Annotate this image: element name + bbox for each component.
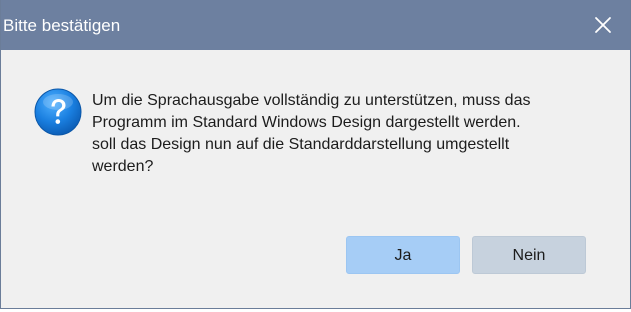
dialog-message: Um die Sprachausgabe vollständig zu unte…	[92, 90, 592, 178]
message-line: soll das Design nun auf die Standarddars…	[92, 136, 510, 153]
dialog-body: Um die Sprachausgabe vollständig zu unte…	[1, 50, 630, 308]
message-line: Um die Sprachausgabe vollständig zu unte…	[92, 92, 531, 109]
confirm-dialog: Bitte bestätigen Um die Sprachausgabe vo…	[0, 0, 631, 309]
question-icon	[34, 88, 82, 136]
dialog-title-bar[interactable]: Bitte bestätigen	[1, 0, 630, 50]
message-line: Programm im Standard Windows Design darg…	[92, 114, 521, 131]
message-line: werden?	[92, 158, 154, 175]
dialog-title: Bitte bestätigen	[3, 16, 121, 35]
yes-button[interactable]: Ja	[346, 236, 460, 274]
close-button[interactable]	[590, 12, 616, 38]
no-button[interactable]: Nein	[472, 236, 586, 274]
close-icon	[595, 17, 611, 33]
